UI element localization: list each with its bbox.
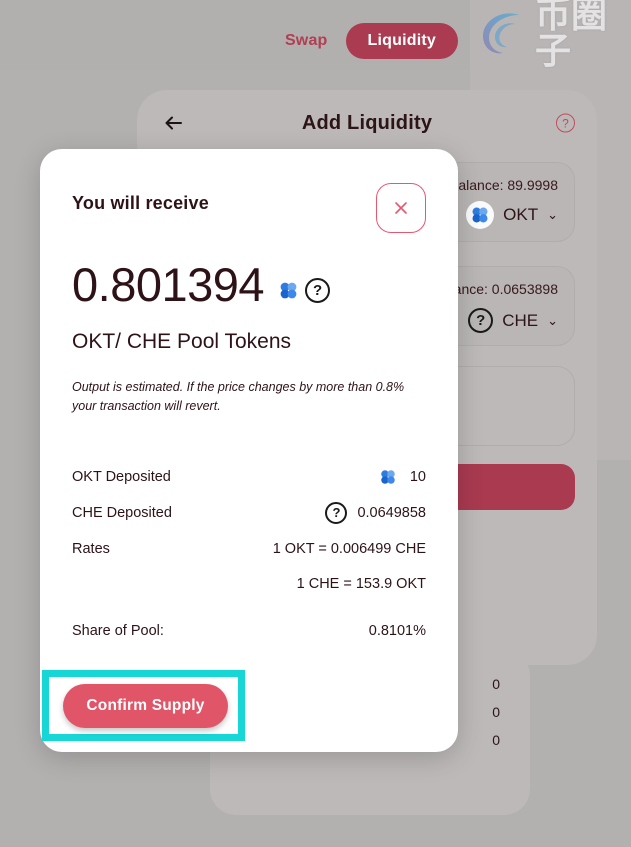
modal-title: You will receive [72, 193, 209, 213]
receive-amount: 0.801394 [72, 258, 265, 311]
nav-tab-liquidity[interactable]: Liquidity [345, 23, 458, 59]
you-will-receive-modal: You will receive 0.801394 ? OKT/ CHE Poo… [40, 149, 458, 752]
pool-tokens-label: OKT/ CHE Pool Tokens [72, 330, 292, 353]
chevron-down-icon: ⌄ [547, 207, 558, 222]
detail-label: Rates [72, 540, 110, 557]
confirm-supply-button[interactable]: Confirm Supply [63, 684, 228, 728]
receive-amount-row: 0.801394 ? [72, 261, 426, 308]
detail-value-group: ? 0.0649858 [325, 501, 426, 524]
modal-header: You will receive [72, 183, 426, 233]
detail-row-che-deposited: CHE Deposited ? 0.0649858 [72, 495, 426, 531]
logo-text: 币圈子 [535, 0, 608, 71]
detail-value: 0.0649858 [357, 504, 426, 521]
arrow-left-icon[interactable] [161, 110, 187, 136]
card-header: Add Liquidity ? [137, 90, 597, 156]
detail-row-rates-secondary: 1 CHE = 153.9 OKT [72, 567, 426, 601]
question-circle-icon[interactable]: ? [556, 113, 575, 133]
token-symbol-che: CHE [502, 310, 539, 330]
detail-value-group: 10 [375, 464, 426, 489]
token-selector-che[interactable]: ? CHE ⌄ [468, 308, 558, 333]
detail-value: 1 OKT = 0.006499 CHE [272, 540, 426, 557]
token-selector-okt[interactable]: OKT ⌄ [466, 201, 558, 229]
okt-token-icon [466, 201, 495, 229]
page-title: Add Liquidity [301, 111, 433, 134]
estimate-note: Output is estimated. If the price change… [72, 380, 405, 414]
detail-value: 10 [409, 468, 426, 485]
main-nav: Swap Liquidity [0, 22, 470, 60]
detail-row-share-of-pool: Share of Pool: 0.8101% [72, 613, 426, 649]
swirl-logo-icon [475, 5, 531, 61]
nav-tab-swap[interactable]: Swap [285, 32, 328, 50]
detail-value: 0.8101% [368, 622, 426, 639]
transaction-details: OKT Deposited 10 CHE Deposited ? 0.06498… [72, 459, 426, 649]
chevron-down-icon: ⌄ [547, 312, 558, 328]
detail-label: Share of Pool: [72, 622, 164, 639]
detail-row-rates: Rates 1 OKT = 0.006499 CHE [72, 531, 426, 567]
close-icon [393, 200, 409, 216]
question-circle-icon: ? [325, 501, 348, 524]
okt-token-icon [375, 464, 400, 489]
site-logo: 币圈子 [475, 0, 627, 69]
question-circle-icon: ? [305, 277, 331, 303]
okt-token-icon [274, 276, 303, 304]
unknown-token-icon: ? [468, 308, 494, 333]
receive-amount-icons: ? [274, 276, 331, 308]
detail-row-okt-deposited: OKT Deposited 10 [72, 459, 426, 495]
detail-label: OKT Deposited [72, 468, 171, 485]
detail-value: 1 CHE = 153.9 OKT [296, 575, 426, 592]
position-value: 0 [492, 676, 500, 692]
position-value: 0 [492, 704, 500, 720]
detail-label: CHE Deposited [72, 504, 172, 521]
close-button[interactable] [376, 183, 426, 233]
token-symbol-okt: OKT [503, 205, 539, 224]
position-value: 0 [492, 732, 500, 748]
